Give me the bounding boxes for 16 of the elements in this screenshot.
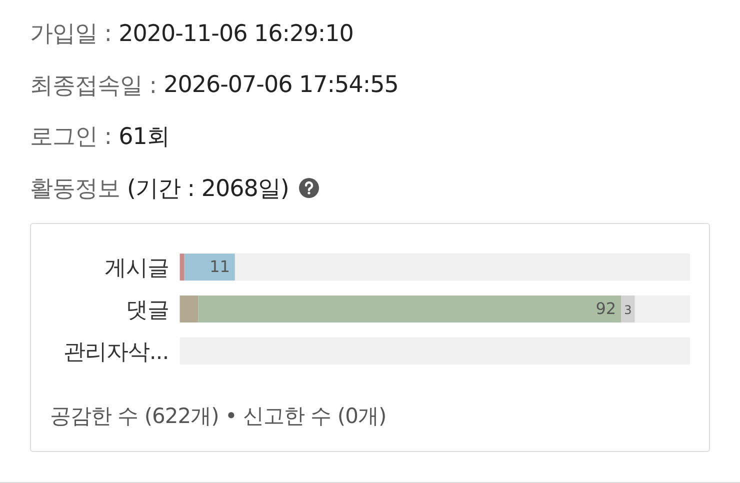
summary-text: 공감한 수 (622개) • 신고한 수 (0개): [49, 403, 388, 430]
value-label: 3: [624, 303, 632, 317]
info-label: 가입일 :: [30, 20, 112, 50]
info-label: 최종접속일 :: [30, 72, 157, 101]
period-text: (기간 : 2068일): [127, 174, 289, 204]
bar-label: 게시글: [104, 256, 169, 282]
bar-label: 댓글: [126, 298, 169, 323]
info-value: 2020-11-06 16:29:10: [118, 20, 354, 47]
help-icon[interactable]: [298, 178, 319, 198]
info-label: 로그인 :: [30, 123, 112, 152]
info-value: 2026-07-06 17:54:55: [164, 72, 398, 98]
bar-label: 관리자삭...: [63, 340, 169, 365]
info-value: 61회: [118, 123, 170, 152]
value-label: 92: [596, 299, 616, 318]
value-label: 11: [210, 257, 230, 276]
section-label: 활동정보: [30, 174, 120, 204]
